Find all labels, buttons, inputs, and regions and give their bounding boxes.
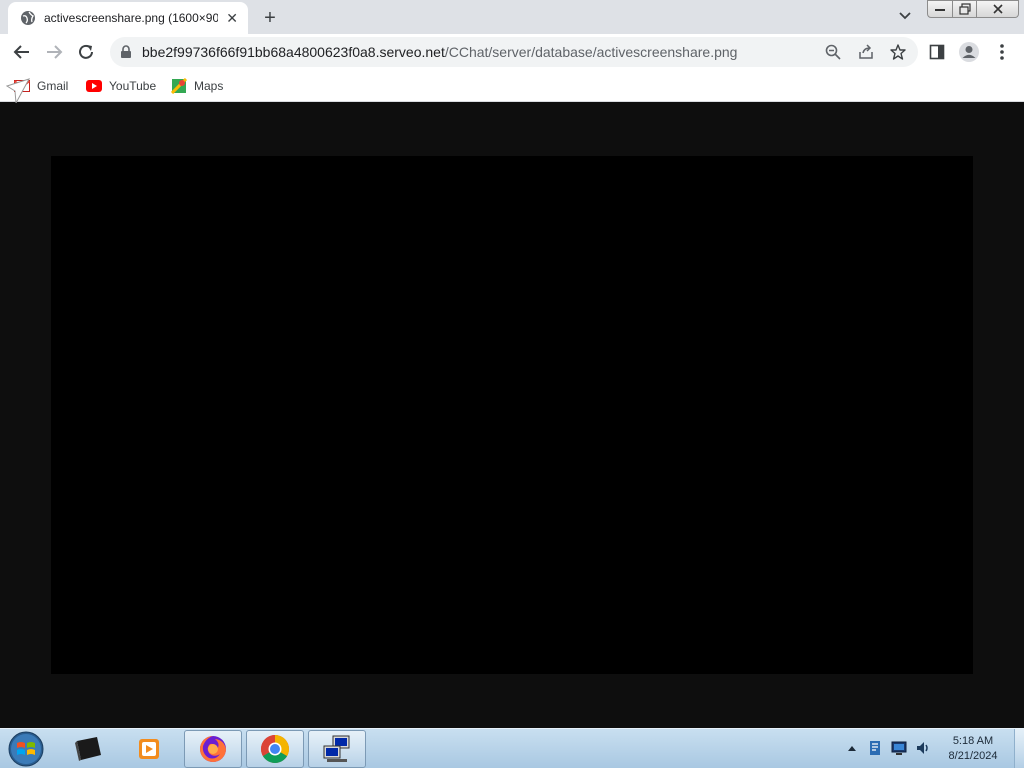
bookmark-label: Gmail [37, 79, 69, 93]
back-arrow-icon[interactable] [8, 38, 36, 66]
minimize-icon[interactable] [927, 0, 953, 18]
firefox-icon[interactable] [184, 730, 242, 768]
bookmark-maps[interactable]: Maps [171, 76, 223, 96]
volume-icon[interactable] [914, 739, 932, 757]
url-path: /CChat/server/database/activescreenshare… [444, 44, 738, 60]
close-icon[interactable] [977, 0, 1019, 18]
share-icon[interactable] [855, 41, 877, 63]
action-center-icon[interactable] [866, 739, 884, 757]
new-tab-button[interactable]: + [258, 6, 282, 30]
bookmark-label: Maps [194, 79, 224, 93]
url-text: bbe2f99736f66f91bb68a4800623f0a8.serveo.… [142, 44, 737, 60]
globe-icon [20, 10, 36, 26]
youtube-icon [86, 78, 102, 94]
clock-time: 5:18 AM [952, 735, 994, 747]
reload-icon[interactable] [72, 38, 100, 66]
network-icon[interactable] [890, 739, 908, 757]
maps-icon [171, 78, 187, 94]
browser-toolbar: bbe2f99736f66f91bb68a4800623f0a8.serveo.… [0, 34, 1024, 70]
browser-tab[interactable]: activescreenshare.png (1600×900) ✕ [8, 2, 248, 34]
profile-avatar-icon[interactable] [955, 38, 983, 66]
media-device-icon[interactable] [60, 730, 118, 768]
chevron-down-icon[interactable] [895, 6, 915, 26]
bookmarks-bar: Gmail YouTube Maps [0, 70, 1024, 105]
side-panel-icon[interactable] [923, 38, 951, 66]
menu-dots-icon[interactable] [988, 38, 1016, 66]
window-controls [927, 0, 1019, 18]
restore-icon[interactable] [953, 0, 977, 18]
chrome-icon[interactable] [246, 730, 304, 768]
tab-title: activescreenshare.png (1600×900) [44, 11, 219, 25]
image-viewer [0, 103, 1024, 728]
system-clock[interactable]: 5:18 AM 8/21/2024 [936, 734, 1010, 764]
address-bar[interactable]: bbe2f99736f66f91bb68a4800623f0a8.serveo.… [110, 37, 918, 67]
displayed-image[interactable] [51, 156, 973, 674]
lock-icon[interactable] [120, 45, 134, 59]
network-app-icon[interactable] [308, 730, 366, 768]
tab-close-icon[interactable]: ✕ [224, 10, 240, 26]
media-player-icon[interactable] [120, 730, 178, 768]
bookmark-label: YouTube [109, 79, 157, 93]
taskbar: 5:18 AM 8/21/2024 [0, 728, 1024, 768]
show-desktop-button[interactable] [1014, 729, 1024, 768]
clock-date: 8/21/2024 [948, 750, 998, 762]
tab-strip: activescreenshare.png (1600×900) ✕ + [0, 0, 1024, 34]
bookmark-youtube[interactable]: YouTube [86, 76, 156, 96]
url-domain: bbe2f99736f66f91bb68a4800623f0a8.serveo.… [142, 44, 445, 60]
zoom-icon[interactable] [822, 41, 844, 63]
show-hidden-icons-icon[interactable] [843, 739, 861, 757]
bookmark-star-icon[interactable] [887, 41, 909, 63]
start-button[interactable] [6, 730, 46, 768]
forward-arrow-icon[interactable] [40, 38, 68, 66]
